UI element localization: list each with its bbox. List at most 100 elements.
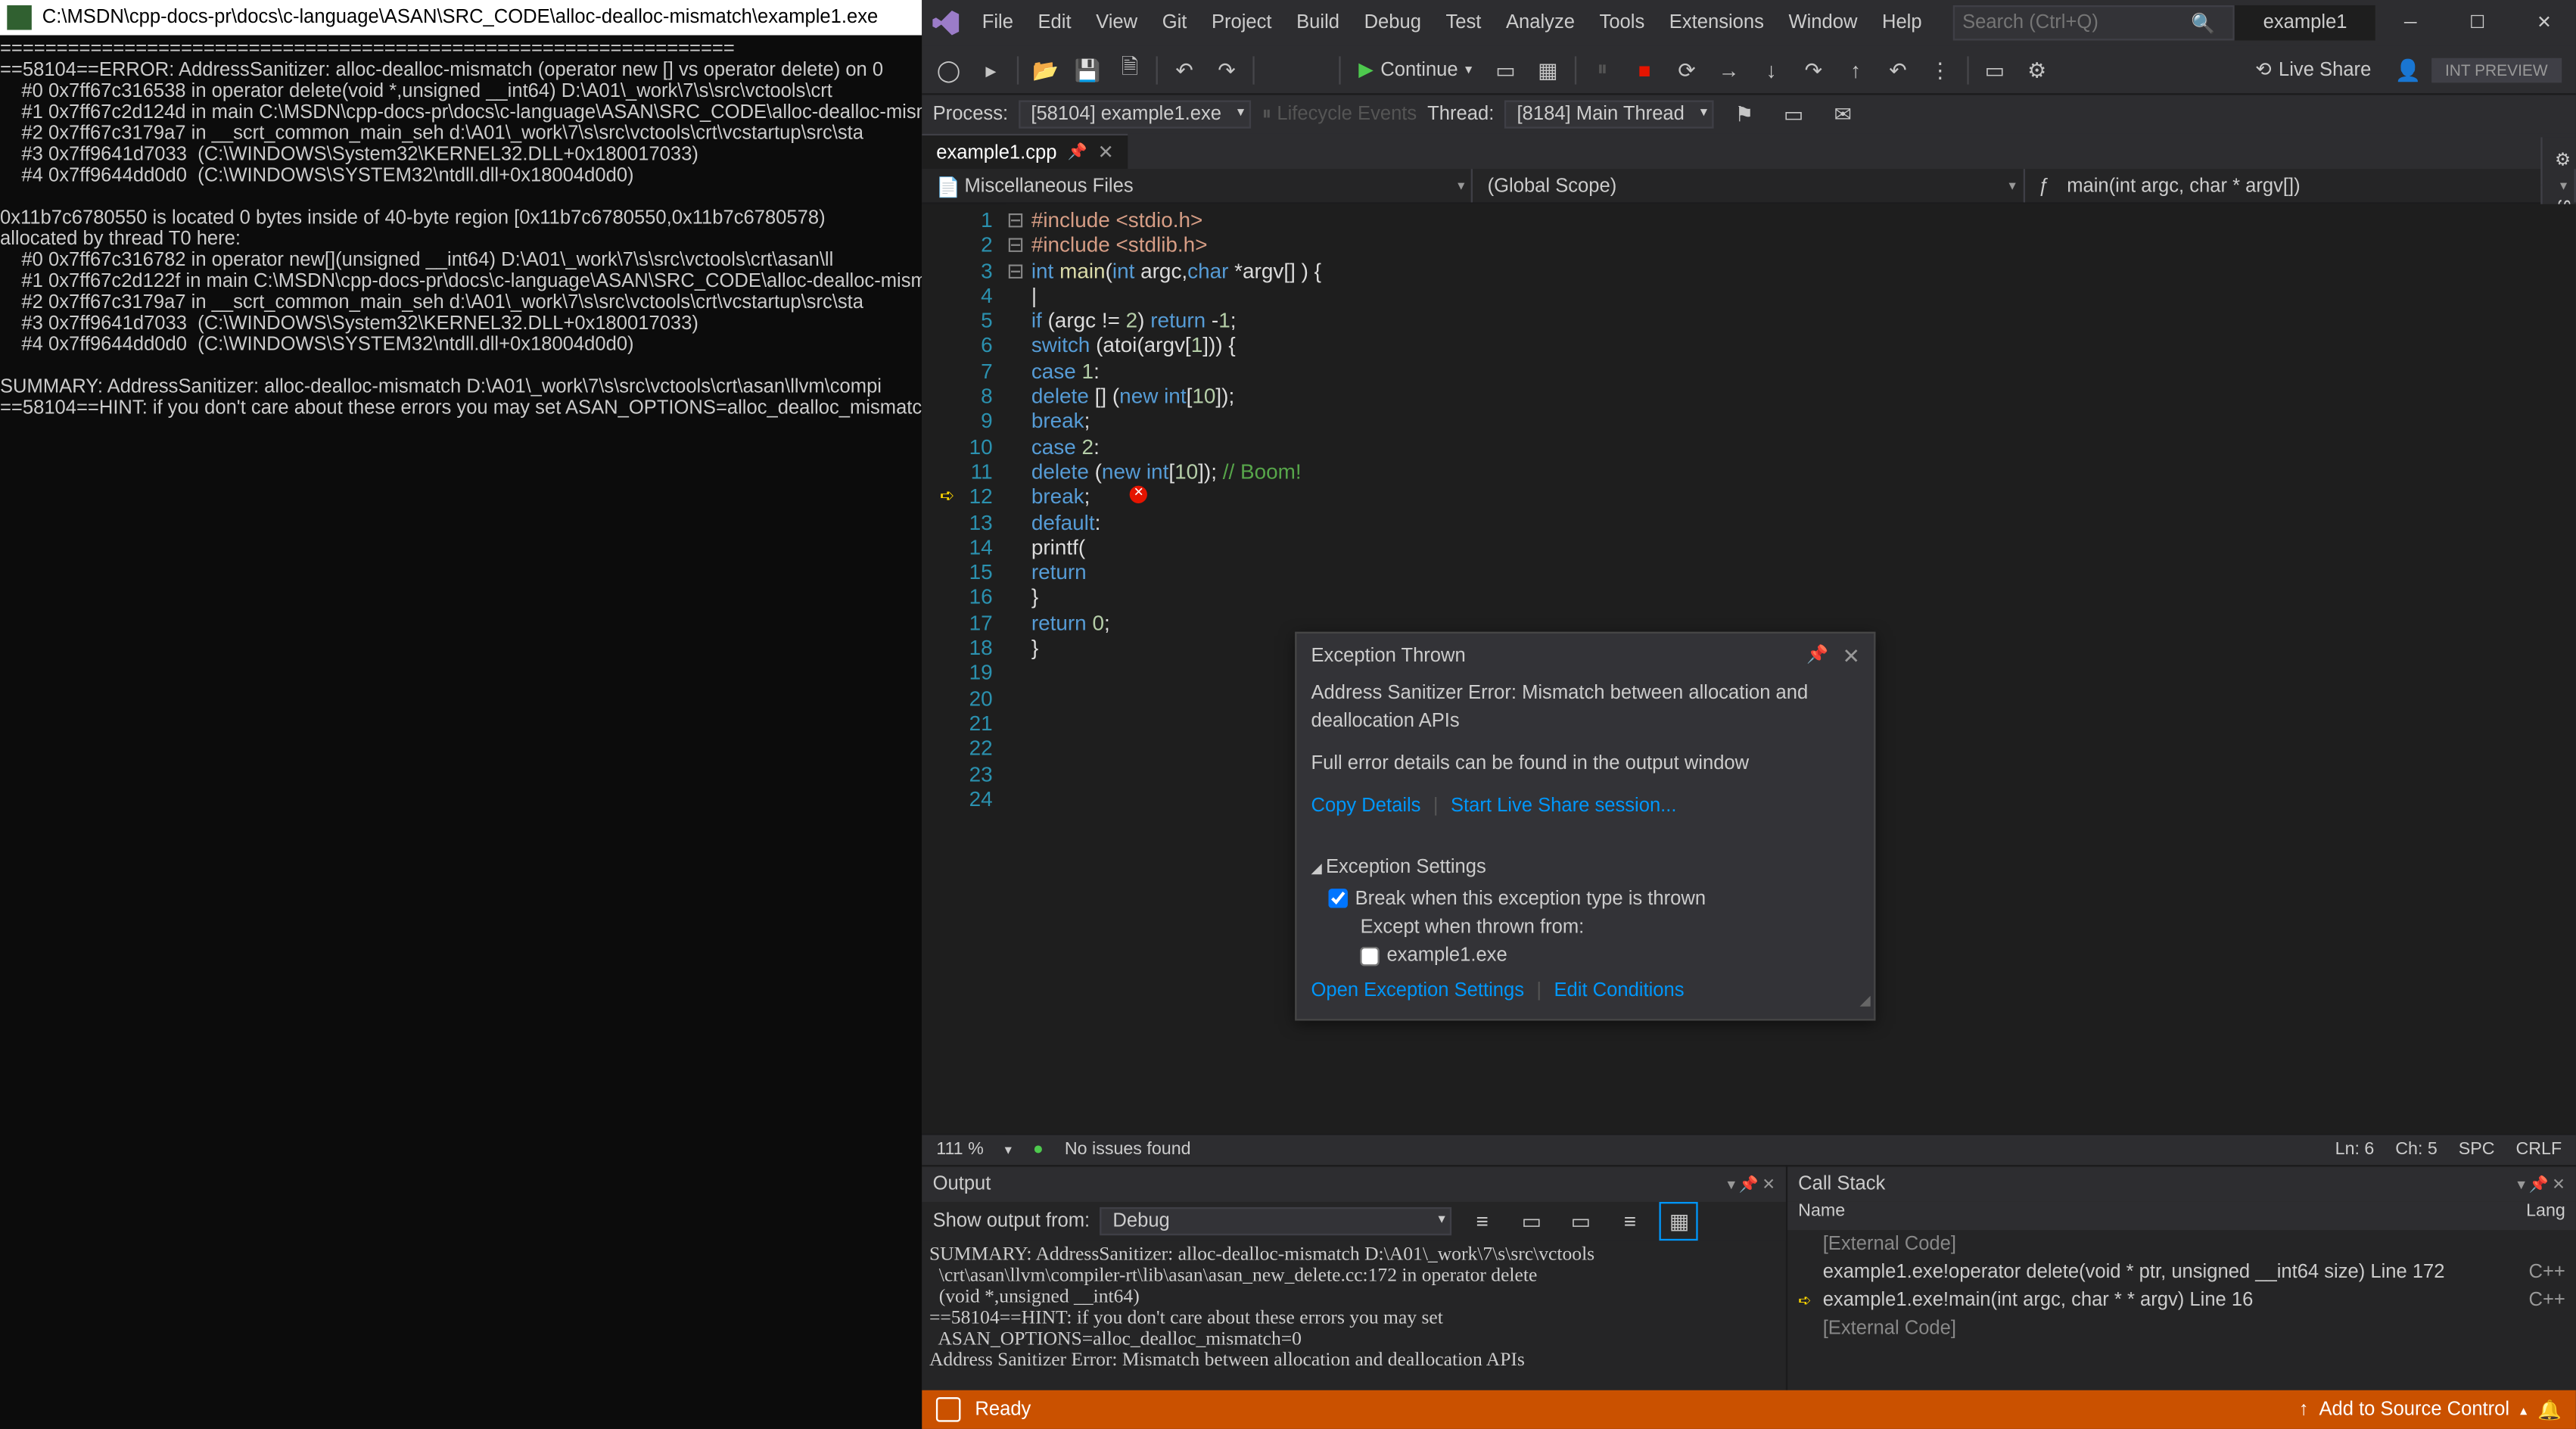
add-src-dropdown-icon[interactable]: ▴ [2520, 1402, 2527, 1418]
output-clear-icon[interactable]: ▦ [1660, 1202, 1698, 1241]
restart-icon[interactable]: ⟳ [1667, 50, 1706, 89]
solution-name-tab[interactable]: example1 [2235, 5, 2375, 41]
output-tool-2-icon[interactable]: ▭ [1512, 1202, 1551, 1241]
lineending-indicator[interactable]: CRLF [2515, 1141, 2562, 1160]
menu-help[interactable]: Help [1871, 5, 1933, 41]
menu-git[interactable]: Git [1152, 5, 1198, 41]
step-into-icon[interactable]: ↓ [1752, 50, 1790, 89]
line-indicator[interactable]: Ln: 6 [2335, 1141, 2375, 1160]
copy-details-link[interactable]: Copy Details [1311, 796, 1420, 817]
mail-icon[interactable]: ✉ [1824, 95, 1862, 134]
nav-scope-dropdown[interactable]: (Global Scope) [1473, 169, 2024, 202]
output-wrap-icon[interactable]: ≡ [1610, 1202, 1649, 1241]
close-tab-icon[interactable]: ✕ [1098, 141, 1114, 163]
break-checkbox-label[interactable]: Break when this exception type is thrown [1329, 883, 1860, 915]
minimize-button[interactable]: ─ [2378, 4, 2442, 42]
panel-dropdown-icon[interactable]: ▾ [1727, 1175, 1735, 1194]
menu-window[interactable]: Window [1778, 5, 1868, 41]
output-tool-3-icon[interactable]: ▭ [1561, 1202, 1600, 1241]
step-back-icon[interactable]: ↶ [1878, 50, 1917, 89]
pin-icon[interactable]: 📌 [1067, 142, 1087, 162]
show-next-icon[interactable]: → [1710, 50, 1748, 89]
nav-back-icon[interactable]: ◯ [929, 50, 968, 89]
except-item-label[interactable]: example1.exe [1361, 940, 1860, 973]
spacing-indicator[interactable]: SPC [2459, 1141, 2495, 1160]
menu-debug[interactable]: Debug [1354, 5, 1432, 41]
flag-icon[interactable]: ⚑ [1725, 95, 1763, 134]
menu-view[interactable]: View [1085, 5, 1148, 41]
menu-edit[interactable]: Edit [1028, 5, 1082, 41]
menu-test[interactable]: Test [1436, 5, 1492, 41]
continue-button[interactable]: ▶ Continue ▾ [1348, 58, 1482, 81]
menu-tools[interactable]: Tools [1589, 5, 1656, 41]
notifications-bell-icon[interactable]: 🔔 [2537, 1398, 2562, 1421]
maximize-button[interactable]: ☐ [2446, 4, 2509, 42]
add-source-control-button[interactable]: Add to Source Control [2319, 1399, 2509, 1420]
cs-dropdown-icon[interactable]: ▾ [2517, 1175, 2525, 1194]
process-dropdown[interactable]: [58104] example1.exe [1019, 101, 1251, 129]
cs-pin-icon[interactable]: 📌 [2529, 1175, 2549, 1194]
open-exception-settings-link[interactable]: Open Exception Settings [1311, 981, 1524, 1002]
search-input[interactable] [1962, 12, 2191, 33]
stop-icon[interactable]: ■ [1626, 50, 1664, 89]
notifications-icon[interactable]: 👤 [2389, 50, 2428, 89]
console-title-text: C:\MSDN\cpp-docs-pr\docs\c-language\ASAN… [42, 7, 878, 28]
error-glyph-icon: ✕ [1130, 486, 1147, 503]
fold-gutter[interactable]: ⊟ ⊟ ⊟ [1006, 204, 1031, 1134]
file-tab-example1[interactable]: example1.cpp 📌 ✕ [922, 134, 1128, 170]
status-icon [936, 1397, 961, 1422]
callstack-row[interactable]: [External Code] [1787, 1230, 2576, 1258]
close-button[interactable]: ✕ [2512, 4, 2576, 42]
nav-member-dropdown[interactable]: ƒ main(int argc, char * argv[]) [2024, 169, 2575, 202]
char-indicator[interactable]: Ch: 5 [2395, 1141, 2438, 1160]
issues-label[interactable]: No issues found [1065, 1141, 1191, 1160]
edit-conditions-link[interactable]: Edit Conditions [1554, 981, 1684, 1002]
callstack-row[interactable]: [External Code] [1787, 1315, 2576, 1343]
popup-pin-icon[interactable]: 📌 [1806, 644, 1828, 669]
zoom-level[interactable]: 111 % [936, 1141, 983, 1160]
tool-icon-3[interactable]: ⋮ [1921, 50, 1959, 89]
menu-build[interactable]: Build [1286, 5, 1350, 41]
menu-project[interactable]: Project [1201, 5, 1283, 41]
tool-icon-5[interactable]: ⚙ [2018, 50, 2056, 89]
tool-icon-1[interactable]: ▭ [1486, 50, 1525, 89]
nav-fwd-icon[interactable]: ▸ [972, 50, 1010, 89]
code-editor[interactable]: 123456789101112131415161718192021222324 … [922, 204, 2576, 1134]
menu-extensions[interactable]: Extensions [1659, 5, 1775, 41]
tool-icon-2[interactable]: ▦ [1529, 50, 1567, 89]
save-all-icon[interactable]: 🗎 [1110, 50, 1149, 89]
step-out-icon[interactable]: ↑ [1837, 50, 1875, 89]
open-file-icon[interactable]: 📂 [1026, 50, 1065, 89]
zoom-dropdown-icon[interactable]: ▾ [1005, 1142, 1012, 1158]
start-live-share-link[interactable]: Start Live Share session... [1451, 796, 1677, 817]
menu-file[interactable]: File [972, 5, 1024, 41]
break-checkbox[interactable] [1329, 889, 1349, 909]
nav-project-dropdown[interactable]: 📄 Miscellaneous Files [922, 169, 1473, 202]
panel-pin-icon[interactable]: 📌 [1739, 1175, 1759, 1194]
live-share-button[interactable]: ⟲ Live Share [2255, 58, 2371, 81]
thread-dropdown[interactable]: [8184] Main Thread [1504, 101, 1714, 129]
resize-grip-icon[interactable]: ◢ [1860, 990, 1871, 1015]
output-tool-1-icon[interactable]: ≡ [1463, 1202, 1501, 1241]
exception-settings-header[interactable]: Exception Settings [1311, 856, 1859, 883]
frame-indicator-icon: ➪ [1798, 1288, 1823, 1313]
save-icon[interactable]: 💾 [1069, 50, 1107, 89]
output-source-dropdown[interactable]: Debug [1100, 1207, 1452, 1235]
code-content[interactable]: #include <stdio.h>#include <stdlib.h>int… [1031, 204, 2576, 1134]
callstack-row[interactable]: example1.exe!operator delete(void * ptr,… [1787, 1258, 2576, 1286]
menu-analyze[interactable]: Analyze [1495, 5, 1585, 41]
stack-icon[interactable]: ▭ [1774, 95, 1812, 134]
pause-icon[interactable]: ⏸ [1583, 50, 1622, 89]
step-over-icon[interactable]: ↷ [1794, 50, 1833, 89]
popup-close-icon[interactable]: ✕ [1842, 644, 1859, 669]
search-box[interactable]: 🔍 [1953, 5, 2235, 41]
callstack-row[interactable]: ➪ example1.exe!main(int argc, char * * a… [1787, 1287, 2576, 1315]
redo-icon[interactable]: ↷ [1207, 50, 1246, 89]
tool-icon-4[interactable]: ▭ [1975, 50, 2014, 89]
cs-close-icon[interactable]: ✕ [2552, 1175, 2565, 1194]
undo-icon[interactable]: ↶ [1165, 50, 1204, 89]
except-item-checkbox[interactable] [1361, 946, 1380, 966]
panel-close-icon[interactable]: ✕ [1762, 1175, 1775, 1194]
callstack-body[interactable]: [External Code] example1.exe!operator de… [1787, 1230, 2576, 1343]
output-text[interactable]: SUMMARY: AddressSanitizer: alloc-dealloc… [922, 1241, 1786, 1390]
